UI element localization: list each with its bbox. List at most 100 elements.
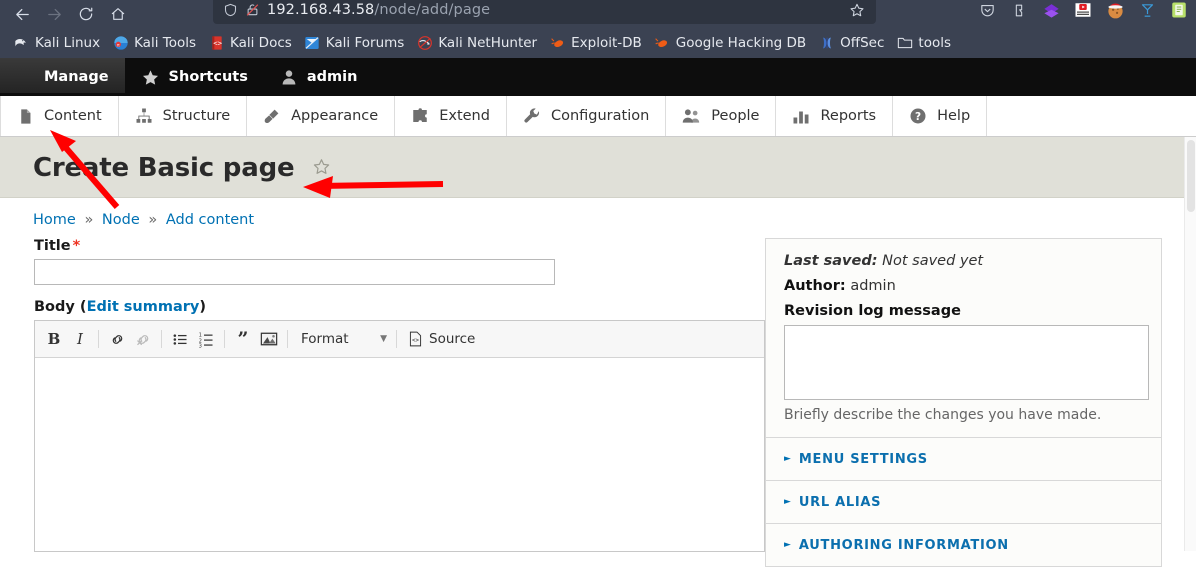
bookmark-offsec[interactable]: OffSec — [813, 32, 891, 54]
downloads-icon[interactable] — [1036, 0, 1066, 23]
accordion-authoring-information[interactable]: ► AUTHORING INFORMATION — [765, 524, 1162, 567]
accordion-url-alias[interactable]: ► URL ALIAS — [765, 481, 1162, 524]
toolbar-separator — [287, 330, 288, 348]
title-input[interactable] — [34, 259, 555, 285]
triangle-right-icon: ► — [784, 497, 791, 507]
toolbar-tab-shortcuts[interactable]: Shortcuts — [125, 58, 264, 96]
menu-item-appearance[interactable]: Appearance — [247, 96, 396, 136]
title-field-label: Title * — [34, 238, 765, 254]
menu-item-structure[interactable]: Structure — [119, 96, 248, 136]
cookie-icon[interactable] — [1100, 0, 1130, 23]
accordion-label: URL ALIAS — [798, 494, 882, 510]
star-outline-icon[interactable] — [312, 157, 331, 180]
url-path: /node/add/page — [374, 2, 491, 18]
unlink-icon — [130, 326, 156, 352]
menu-item-reports[interactable]: Reports — [776, 96, 894, 136]
blockquote-icon[interactable]: ” — [230, 326, 256, 352]
toolbar-tab-label: admin — [306, 69, 358, 85]
source-button-label: Source — [429, 331, 476, 347]
video-download-icon[interactable] — [1068, 0, 1098, 23]
bookmark-exploit-db[interactable]: Exploit-DB — [544, 32, 649, 54]
breadcrumb-item-home[interactable]: Home — [33, 212, 76, 228]
edit-summary-link[interactable]: Edit summary — [87, 299, 200, 315]
bold-icon[interactable]: B — [41, 326, 67, 352]
kali-forums-icon — [304, 35, 321, 52]
back-arrow-icon[interactable] — [6, 2, 38, 26]
italic-glyph: I — [77, 330, 83, 348]
folder-icon — [896, 35, 913, 52]
browser-window: 192.168.43.58/node/add/page Kali Linux π… — [0, 0, 1196, 574]
bookmark-google-hacking-db[interactable]: Google Hacking DB — [649, 32, 813, 54]
menu-item-extend[interactable]: Extend — [395, 96, 507, 136]
people-icon — [682, 107, 701, 125]
last-saved-value: Not saved yet — [882, 253, 984, 269]
breadcrumb: Home » Node » Add content — [0, 198, 1196, 238]
author-value: admin — [850, 278, 896, 294]
pocket-icon[interactable] — [972, 0, 1002, 23]
chevron-down-icon: ▼ — [380, 334, 387, 344]
url-bar[interactable]: 192.168.43.58/node/add/page — [213, 0, 876, 24]
menu-item-content[interactable]: Content — [0, 96, 119, 136]
bookmark-kali-linux[interactable]: Kali Linux — [8, 32, 107, 54]
bookmark-kali-tools[interactable]: π Kali Tools — [107, 32, 203, 54]
bulleted-list-icon[interactable] — [167, 326, 193, 352]
accordion-menu-settings[interactable]: ► MENU SETTINGS — [765, 438, 1162, 481]
star-icon — [141, 68, 160, 87]
shield-icon[interactable] — [219, 0, 241, 20]
toolbar-separator — [396, 330, 397, 348]
container-icon[interactable] — [1004, 0, 1034, 23]
body-label-text: Body — [34, 299, 75, 315]
paren-close: ) — [199, 299, 206, 315]
menu-item-label: Reports — [820, 108, 877, 124]
kali-docs-icon: <> — [208, 35, 225, 52]
bookmark-label: Kali Docs — [230, 35, 292, 51]
body-editing-area[interactable] — [35, 358, 764, 551]
bookmark-kali-nethunter[interactable]: Kali NetHunter — [411, 32, 544, 54]
bookmark-label: tools — [918, 35, 952, 51]
toolbar-tab-admin[interactable]: admin — [264, 58, 374, 96]
format-dropdown[interactable]: Format ▼ — [293, 327, 391, 351]
menu-item-label: Appearance — [291, 108, 379, 124]
bookmark-kali-forums[interactable]: Kali Forums — [299, 32, 412, 54]
extension-icons — [972, 0, 1194, 23]
browser-chrome: 192.168.43.58/node/add/page Kali Linux π… — [0, 0, 1196, 58]
breadcrumb-item-add-content[interactable]: Add content — [166, 212, 254, 228]
home-icon[interactable] — [102, 2, 134, 26]
menu-item-label: Help — [937, 108, 971, 124]
revision-log-description: Briefly describe the changes you have ma… — [784, 407, 1102, 423]
italic-icon[interactable]: I — [67, 326, 93, 352]
body-field-label: Body (Edit summary) — [34, 299, 765, 315]
menu-item-configuration[interactable]: Configuration — [507, 96, 667, 136]
bookmark-label: Kali Forums — [325, 35, 405, 51]
numbered-list-icon[interactable]: 123 — [193, 326, 219, 352]
broken-lock-icon[interactable] — [241, 0, 263, 20]
author-line: Author: admin — [784, 278, 1143, 294]
menu-filler — [987, 96, 1196, 136]
bookmarks-bar: Kali Linux π Kali Tools <> Kali Docs Kal… — [0, 28, 1196, 58]
toolbar-tab-manage[interactable]: Manage — [0, 58, 125, 96]
svg-text:<>: <> — [213, 39, 222, 48]
bookmark-kali-docs[interactable]: <> Kali Docs — [203, 32, 299, 54]
bookmark-tools-folder[interactable]: tools — [891, 32, 958, 54]
svg-text:<>: <> — [412, 338, 419, 344]
menu-item-label: Configuration — [550, 108, 650, 124]
editor-toolbar: B I 1 2 3 ” Format ▼ <> Source — [35, 321, 764, 358]
breadcrumb-item-node[interactable]: Node — [102, 212, 140, 228]
reload-icon[interactable] — [70, 2, 102, 26]
page-scrollbar[interactable] — [1184, 137, 1196, 551]
bookmark-label: Kali Linux — [35, 35, 101, 51]
hamburger-icon — [16, 70, 35, 85]
source-button[interactable]: <> Source — [402, 331, 481, 347]
revision-log-textarea[interactable] — [784, 325, 1149, 400]
bookmark-star-icon[interactable] — [844, 0, 870, 21]
scrollbar-thumb[interactable] — [1187, 140, 1195, 212]
menu-item-help[interactable]: ? Help — [893, 96, 988, 136]
menu-item-people[interactable]: People — [666, 96, 777, 136]
link-icon[interactable] — [104, 326, 130, 352]
image-icon[interactable] — [256, 326, 282, 352]
bold-glyph: B — [47, 330, 61, 348]
url-text[interactable]: 192.168.43.58/node/add/page — [263, 2, 844, 18]
bookmark-label: OffSec — [840, 35, 885, 51]
notes-icon[interactable] — [1164, 0, 1194, 23]
proxy-icon[interactable] — [1132, 0, 1162, 23]
